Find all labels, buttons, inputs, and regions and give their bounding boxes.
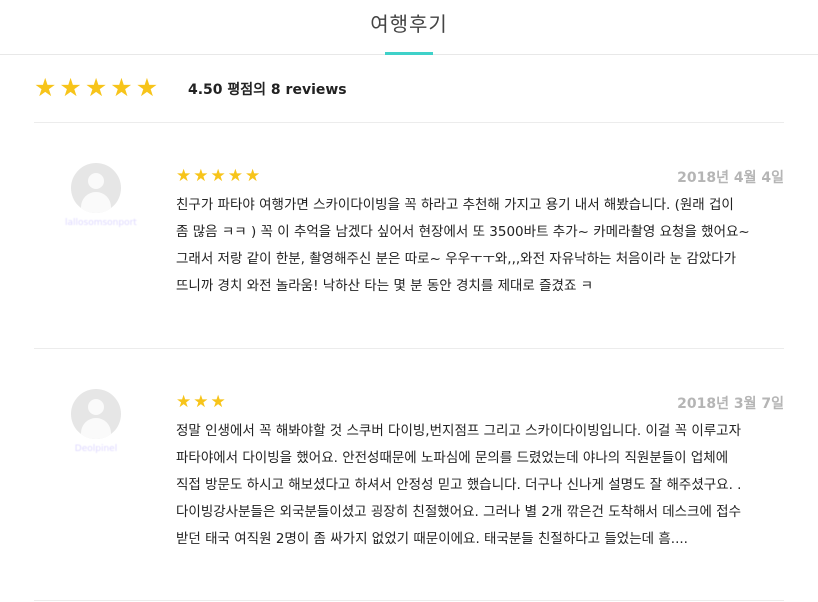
review-text: 정말 인생에서 꼭 해봐야할 것 스쿠버 다이빙,번지점프 그리고 스카이다이빙… (176, 423, 742, 547)
rating-summary: ★ ★ ★ ★ ★ 4.50 평점의 8 reviews (34, 74, 347, 102)
summary-stars: ★ ★ ★ ★ ★ (34, 75, 158, 101)
star-icon: ★ (245, 166, 261, 186)
avatar (71, 389, 121, 439)
star-icon: ★ (176, 166, 192, 186)
review-date: 2018년 4월 4일 (677, 170, 784, 186)
review-item: Deolpinel ★ ★ ★ 2018년 3월 7일 정말 인생에서 꼭 해봐… (34, 389, 784, 569)
star-icon: ★ (193, 392, 209, 412)
review-item: lallosomsonport ★ ★ ★ ★ ★ 2018년 4월 4일 친구… (34, 163, 784, 323)
reviewer: lallosomsonport (65, 163, 137, 228)
star-icon: ★ (176, 392, 192, 412)
review-stars: ★ ★ ★ (176, 393, 226, 411)
star-icon: ★ (193, 166, 209, 186)
divider (34, 600, 784, 601)
star-icon: ★ (227, 166, 243, 186)
review-stars: ★ ★ ★ ★ ★ (176, 167, 260, 185)
star-icon: ★ (84, 73, 108, 102)
avatar-head-shape (88, 173, 104, 189)
divider (34, 122, 784, 123)
page-header: 여행후기 (0, 0, 818, 55)
star-icon: ★ (110, 73, 133, 102)
rating-summary-text: 4.50 평점의 8 reviews (188, 82, 347, 98)
title-underline (385, 52, 433, 55)
avatar-body-shape (81, 418, 111, 439)
star-icon: ★ (34, 73, 57, 102)
reviewer-name: Deolpinel (74, 444, 118, 454)
star-icon: ★ (59, 73, 82, 102)
reviewer: Deolpinel (71, 389, 121, 454)
avatar-body-shape (81, 192, 111, 213)
avatar (71, 163, 121, 213)
review-text: 친구가 파타야 여행가면 스카이다이빙을 꼭 하라고 추천해 가지고 용기 내서… (176, 197, 750, 294)
star-icon: ★ (210, 392, 226, 412)
avatar-head-shape (88, 399, 104, 415)
reviewer-name: lallosomsonport (65, 218, 137, 228)
review-date: 2018년 3월 7일 (677, 396, 784, 412)
page-title: 여행후기 (370, 12, 448, 36)
divider (34, 348, 784, 349)
star-icon: ★ (135, 73, 159, 102)
star-icon: ★ (210, 166, 226, 186)
